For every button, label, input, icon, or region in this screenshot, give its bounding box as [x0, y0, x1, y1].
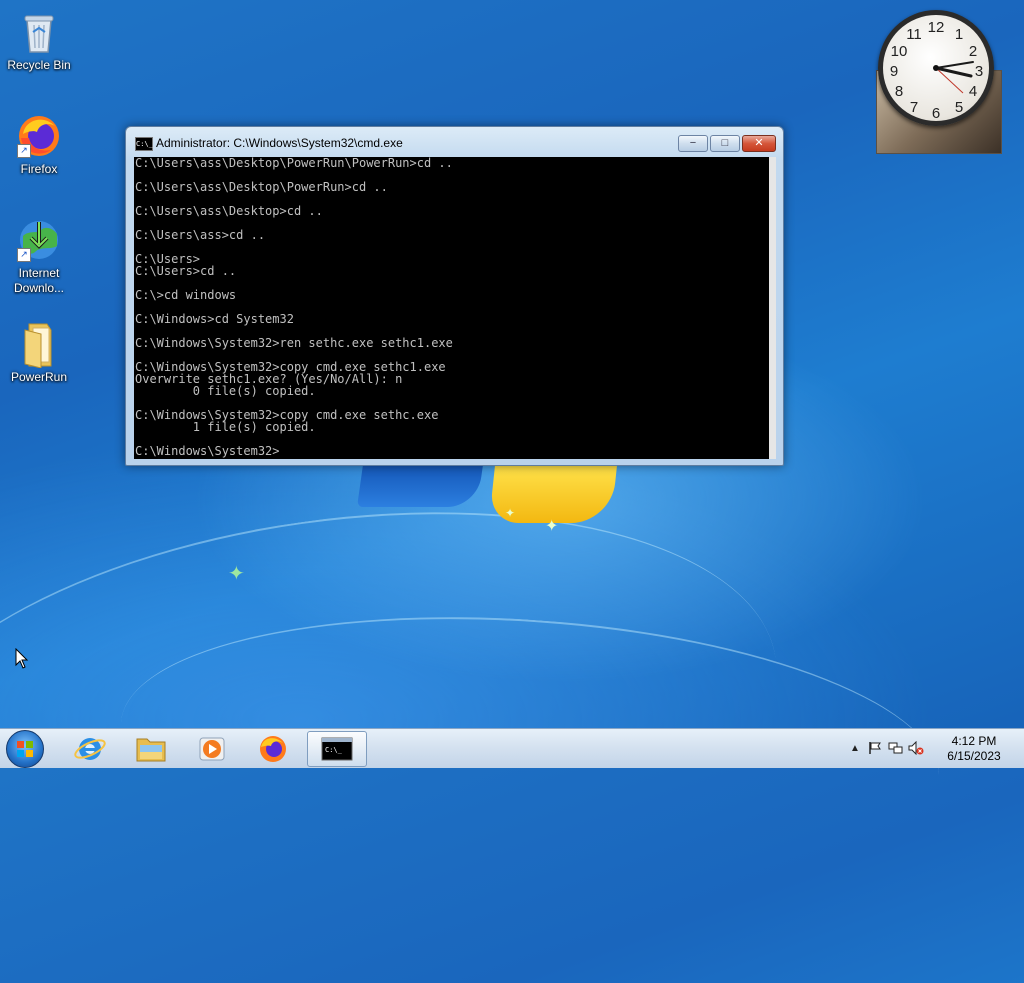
volume-muted-icon[interactable] [908, 741, 924, 755]
desktop-icon-internet-download-manager[interactable]: ↗ Internet Downlo... [1, 216, 77, 296]
wallpaper-sparkle: ✦ [228, 563, 245, 585]
taskbar-media-player[interactable] [184, 731, 240, 767]
taskbar-firefox[interactable] [245, 731, 301, 767]
mouse-cursor-icon [15, 648, 29, 669]
taskbar-command-prompt[interactable]: C:\_ [307, 731, 367, 767]
shortcut-arrow-icon: ↗ [17, 248, 31, 262]
clock-face: 12 1 2 3 4 5 6 7 8 9 10 11 [878, 10, 994, 126]
show-hidden-icons-icon[interactable]: ▲ [850, 743, 860, 754]
wallpaper-flag-blue [357, 465, 483, 507]
clock-hands [933, 61, 974, 94]
desktop-icon-label: Internet Downlo... [13, 266, 65, 295]
desktop-icon-label: PowerRun [10, 370, 68, 384]
command-prompt-icon: C:\_ [321, 737, 353, 761]
desktop-icon-recycle-bin[interactable]: Recycle Bin [1, 8, 77, 73]
taskbar: C:\_ ▲ 4:12 PM 6/15/2023 [0, 728, 1024, 768]
wallpaper-sparkle: ✦ [505, 506, 516, 520]
desktop-icon-label: Recycle Bin [7, 58, 71, 72]
recycle-bin-icon [15, 8, 63, 56]
close-button[interactable]: ✕ [742, 135, 776, 152]
desktop-icon-firefox[interactable]: ↗ Firefox [1, 112, 77, 177]
taskbar-clock[interactable]: 4:12 PM 6/15/2023 [937, 734, 1011, 764]
firefox-icon [260, 736, 286, 762]
minimize-button[interactable]: − [678, 135, 708, 152]
cmd-icon: C:\_ [135, 137, 153, 151]
taskbar-internet-explorer[interactable] [62, 731, 118, 767]
folder-icon [15, 320, 63, 369]
clock-time: 4:12 PM [951, 734, 997, 748]
clock-gadget[interactable]: 12 1 2 3 4 5 6 7 8 9 10 11 [876, 10, 1002, 154]
vertical-scrollbar[interactable] [769, 157, 776, 459]
window-title: Administrator: C:\Windows\System32\cmd.e… [156, 136, 403, 150]
console-output[interactable]: C:\Users\ass\Desktop\PowerRun\PowerRun>c… [134, 157, 776, 459]
svg-text:C:\_: C:\_ [325, 746, 343, 754]
network-icon[interactable] [888, 741, 904, 755]
firefox-icon: ↗ [15, 112, 63, 160]
wallpaper-sparkle: ✦ [545, 518, 559, 535]
internet-explorer-icon [74, 738, 106, 760]
cmd-window[interactable]: C:\_ Administrator: C:\Windows\System32\… [125, 126, 784, 466]
cmd-titlebar[interactable]: C:\_ Administrator: C:\Windows\System32\… [126, 127, 783, 157]
windows-logo-icon [17, 741, 33, 757]
taskbar-windows-explorer[interactable] [123, 731, 179, 767]
action-center-flag-icon[interactable] [868, 741, 882, 755]
console-text: C:\Users\ass\Desktop\PowerRun\PowerRun>c… [135, 157, 453, 458]
media-player-icon [199, 737, 225, 761]
desktop-icon-powerrun[interactable]: PowerRun [1, 320, 77, 385]
clock-date: 6/15/2023 [947, 749, 1001, 763]
maximize-button[interactable]: □ [710, 135, 740, 152]
desktop-icon-label: Firefox [20, 162, 58, 176]
shortcut-arrow-icon: ↗ [17, 144, 31, 158]
start-button[interactable] [6, 730, 44, 768]
internet-download-manager-icon: ↗ [15, 216, 63, 264]
folder-icon [136, 738, 166, 762]
